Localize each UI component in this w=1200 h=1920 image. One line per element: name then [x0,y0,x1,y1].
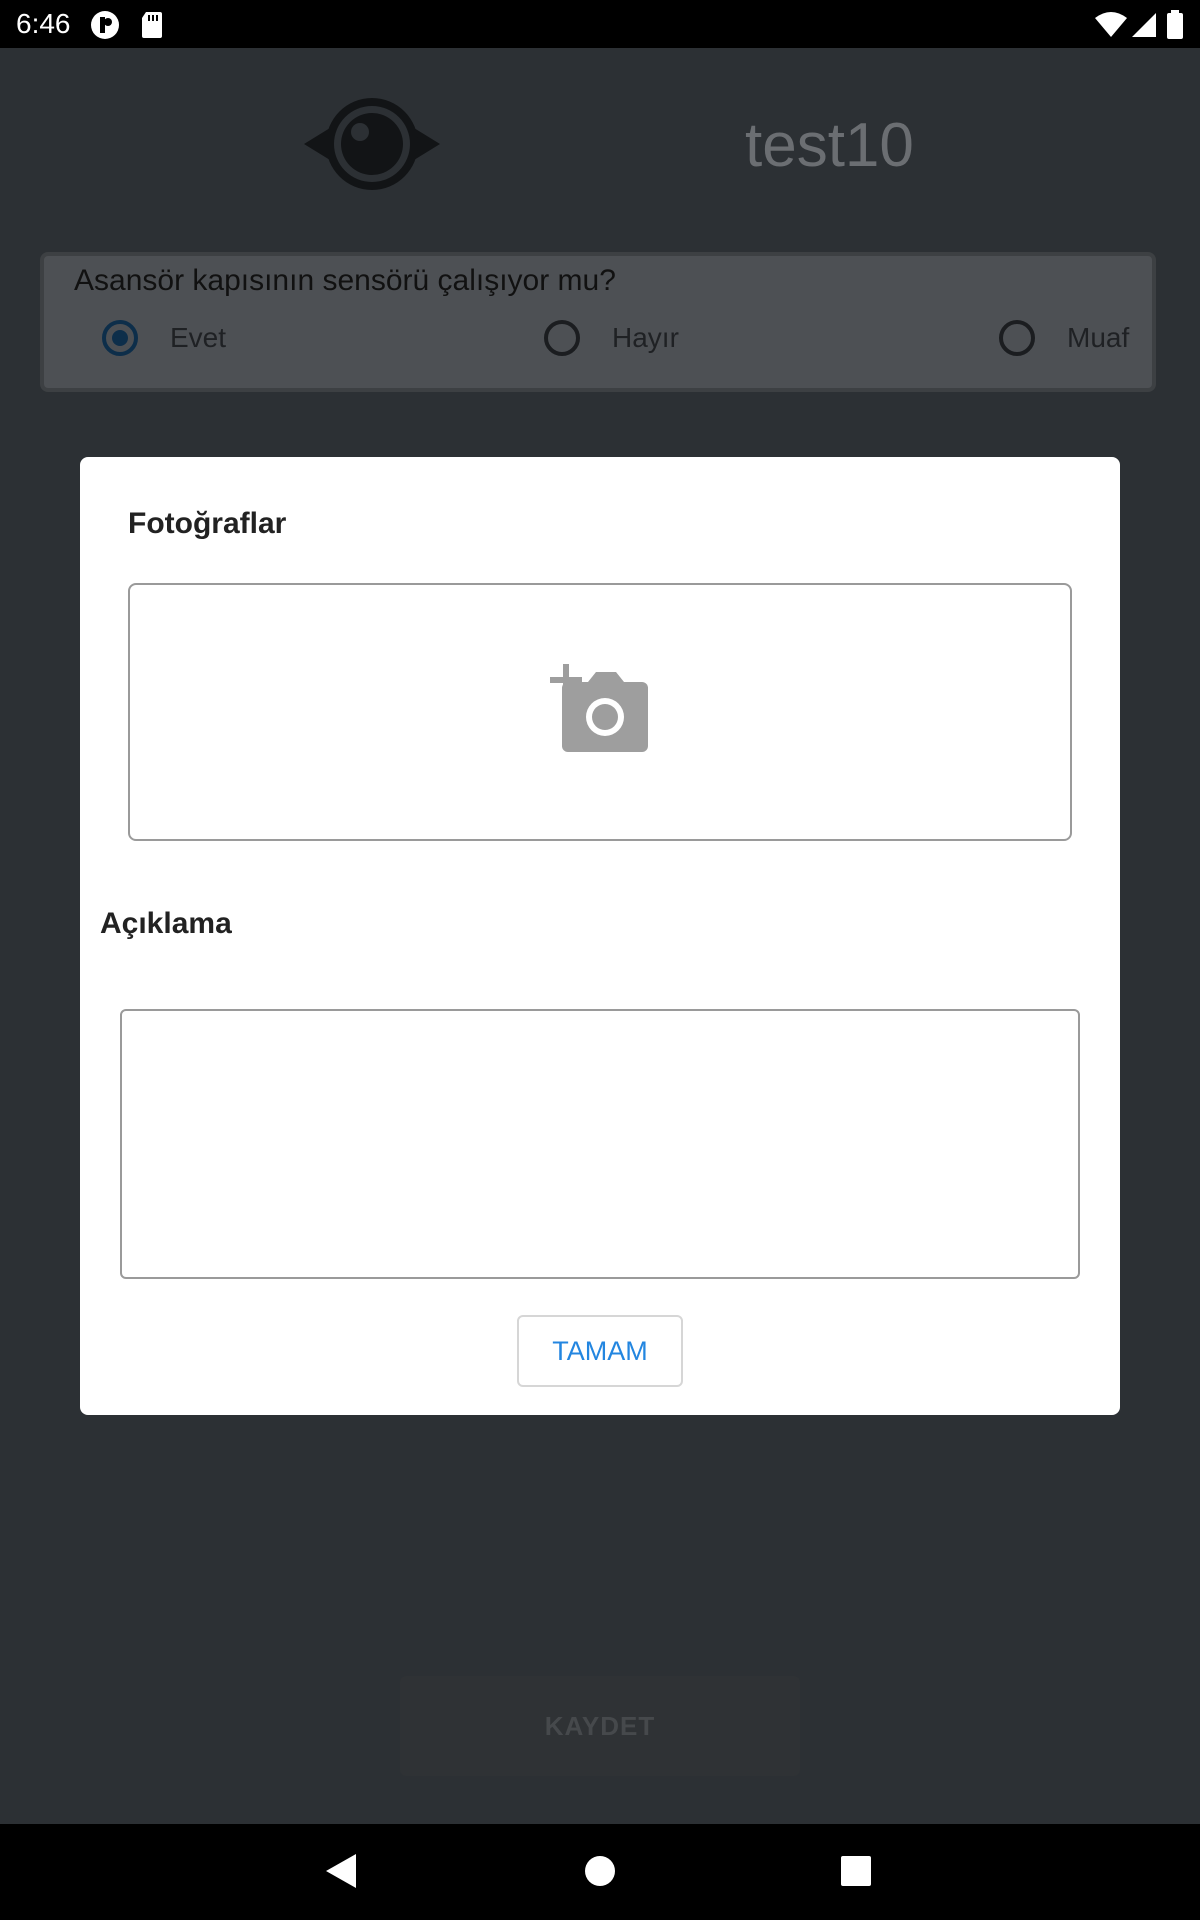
page-title: test10 [745,111,914,180]
radio-button[interactable] [999,320,1035,356]
app-header: test10 [0,48,1200,248]
radio-label-evet: Evet [170,322,227,353]
recents-icon[interactable] [840,1854,872,1893]
photo-description-dialog: Fotoğraflar Açıklama TAMAM [80,457,1120,1415]
radio-option-evet[interactable]: Evet [102,318,226,358]
add-photo-camera-icon[interactable] [550,663,650,761]
description-field[interactable] [120,1009,1080,1279]
radio-label-muaf: Muaf [1067,322,1130,353]
radio-button-checked[interactable] [102,320,138,356]
ok-button[interactable]: TAMAM [517,1315,683,1387]
signal-icon [1130,10,1158,43]
radio-button[interactable] [544,320,580,356]
radio-label-hayir: Hayır [612,322,679,353]
save-button[interactable]: KAYDET [400,1676,800,1776]
sd-card-icon [140,10,164,45]
question-text: Asansör kapısının sensörü çalışıyor mu? [74,264,616,297]
home-icon[interactable] [585,1854,615,1893]
description-label: Açıklama [100,907,232,940]
add-photo-area[interactable] [128,583,1072,841]
status-bar: 6:46 [0,0,1200,48]
radio-option-hayir[interactable]: Hayır [544,318,679,358]
navigation-bar [0,1824,1200,1920]
battery-icon [1166,10,1184,45]
wifi-icon [1094,10,1128,43]
question-card: Asansör kapısının sensörü çalışıyor mu? … [40,252,1156,392]
radio-option-muaf[interactable]: Muaf [999,318,1129,358]
app-notification-icon [90,10,120,45]
photos-title: Fotoğraflar [128,507,287,540]
eye-logo-icon [300,92,444,196]
status-time: 6:46 [16,8,71,39]
back-icon[interactable] [326,1854,356,1893]
